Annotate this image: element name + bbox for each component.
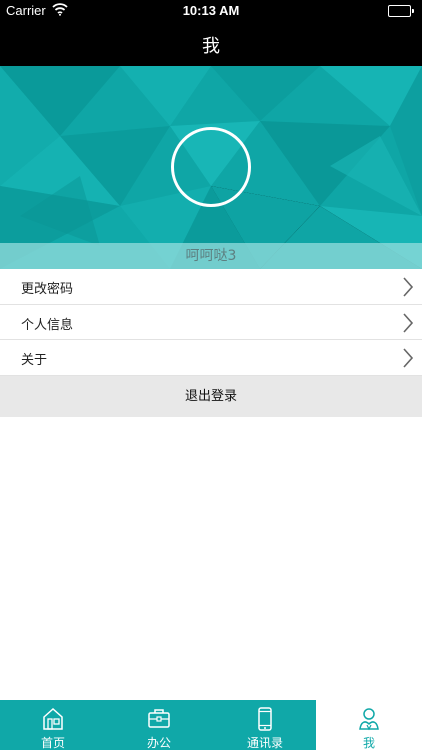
battery-icon xyxy=(388,5,414,17)
chevron-right-icon xyxy=(402,347,414,373)
tab-me[interactable]: 我 xyxy=(316,700,422,750)
navigation-bar: 我 xyxy=(0,22,422,66)
tab-home[interactable]: 首页 xyxy=(0,700,106,750)
briefcase-icon xyxy=(106,707,212,731)
username-label: 呵呵哒3 xyxy=(0,243,422,269)
phone-icon xyxy=(212,707,318,731)
home-icon xyxy=(0,707,106,731)
clock: 10:13 AM xyxy=(182,3,240,18)
tab-contacts[interactable]: 通讯录 xyxy=(212,700,318,750)
menu-item-label: 关于 xyxy=(21,353,48,368)
tab-label: 通讯录 xyxy=(246,736,283,750)
menu-item-label: 个人信息 xyxy=(21,317,74,333)
tab-label: 我 xyxy=(362,736,375,750)
tab-office[interactable]: 办公 xyxy=(106,700,212,750)
chevron-right-icon xyxy=(402,312,414,338)
menu-item-label: 更改密码 xyxy=(21,282,74,297)
menu-item-personal-info[interactable]: 个人信息 xyxy=(0,304,422,340)
menu-item-change-password[interactable]: 更改密码 xyxy=(0,269,422,305)
tab-label: 办公 xyxy=(146,736,171,750)
settings-menu: 更改密码 个人信息 关于 xyxy=(0,269,422,376)
user-icon xyxy=(316,707,422,731)
menu-item-about[interactable]: 关于 xyxy=(0,340,422,376)
avatar[interactable] xyxy=(171,127,251,207)
status-bar: Carrier 10:13 AM xyxy=(0,0,422,22)
page-title: 我 xyxy=(202,36,220,57)
chevron-right-icon xyxy=(402,276,414,302)
tab-label: 首页 xyxy=(40,736,65,750)
logout-button[interactable]: 退出登录 xyxy=(0,376,422,417)
tab-bar: 首页 办公 通讯录 我 xyxy=(0,700,422,750)
